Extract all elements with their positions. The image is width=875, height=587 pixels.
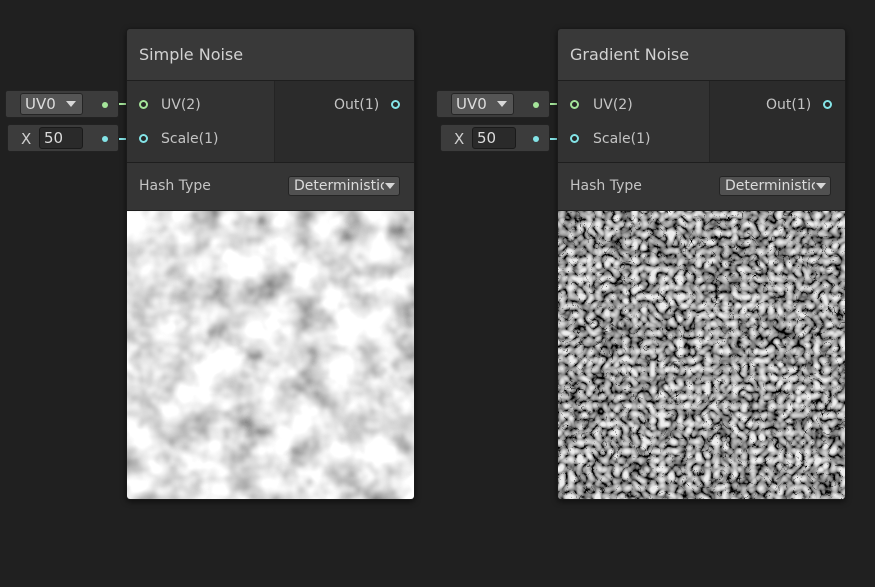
scale-input-port[interactable] [570,134,579,143]
scale-value-field[interactable]: 50 [39,127,83,149]
input-ports-panel: UV(2) Scale(1) [127,81,275,162]
inline-port-dot [102,136,108,142]
hash-type-row: Hash Type Deterministic [558,163,845,211]
out-output-port[interactable] [823,100,832,109]
uv-channel-value: UV0 [456,95,487,113]
hash-type-dropdown[interactable]: Deterministic [719,176,831,196]
out-output-port[interactable] [391,100,400,109]
hash-type-value: Deterministic [294,178,384,194]
dropdown-arrow-icon [497,101,507,107]
uv-inline-input: UV0 [5,90,119,118]
uv-input-port[interactable] [570,100,579,109]
uv-input-label: UV(2) [593,97,633,113]
scale-input-port[interactable] [139,134,148,143]
scale-axis-label: X [21,130,32,148]
node-title-bar[interactable]: Gradient Noise [558,29,845,81]
scale-axis-label: X [454,130,465,148]
gradient-noise-node[interactable]: Gradient Noise UV(2) Scale(1) Out(1) Has… [557,28,846,500]
hash-type-dropdown[interactable]: Deterministic [288,176,400,196]
hash-type-label: Hash Type [570,178,642,194]
node-ports: UV(2) Scale(1) Out(1) [127,81,414,163]
simple-noise-preview [127,211,414,499]
dropdown-arrow-icon [66,101,76,107]
node-ports: UV(2) Scale(1) Out(1) [558,81,845,163]
uv-channel-dropdown[interactable]: UV0 [20,93,83,115]
inline-port-dot [102,102,108,108]
scale-input-label: Scale(1) [161,131,219,147]
hash-type-value: Deterministic [725,178,815,194]
uv-input-port[interactable] [139,100,148,109]
uv-input-label: UV(2) [161,97,201,113]
scale-value: 50 [44,129,64,147]
scale-inline-input: X 50 [7,124,119,152]
hash-type-label: Hash Type [139,178,211,194]
uv-channel-dropdown[interactable]: UV0 [451,93,514,115]
out-output-label: Out(1) [766,97,812,113]
node-title: Simple Noise [139,45,244,64]
node-title-bar[interactable]: Simple Noise [127,29,414,81]
hash-type-row: Hash Type Deterministic [127,163,414,211]
gradient-noise-preview [558,211,845,499]
out-output-label: Out(1) [334,97,380,113]
dropdown-arrow-icon [385,183,395,189]
input-ports-panel: UV(2) Scale(1) [558,81,710,162]
simple-noise-node[interactable]: Simple Noise UV(2) Scale(1) Out(1) Hash … [126,28,415,500]
scale-inline-input: X 50 [440,124,550,152]
uv-channel-value: UV0 [25,95,56,113]
dropdown-arrow-icon [816,183,826,189]
inline-port-dot [533,136,539,142]
inline-port-dot [533,102,539,108]
scale-input-label: Scale(1) [593,131,651,147]
scale-value-field[interactable]: 50 [472,127,516,149]
scale-value: 50 [477,129,497,147]
uv-inline-input: UV0 [436,90,550,118]
node-title: Gradient Noise [570,45,690,64]
